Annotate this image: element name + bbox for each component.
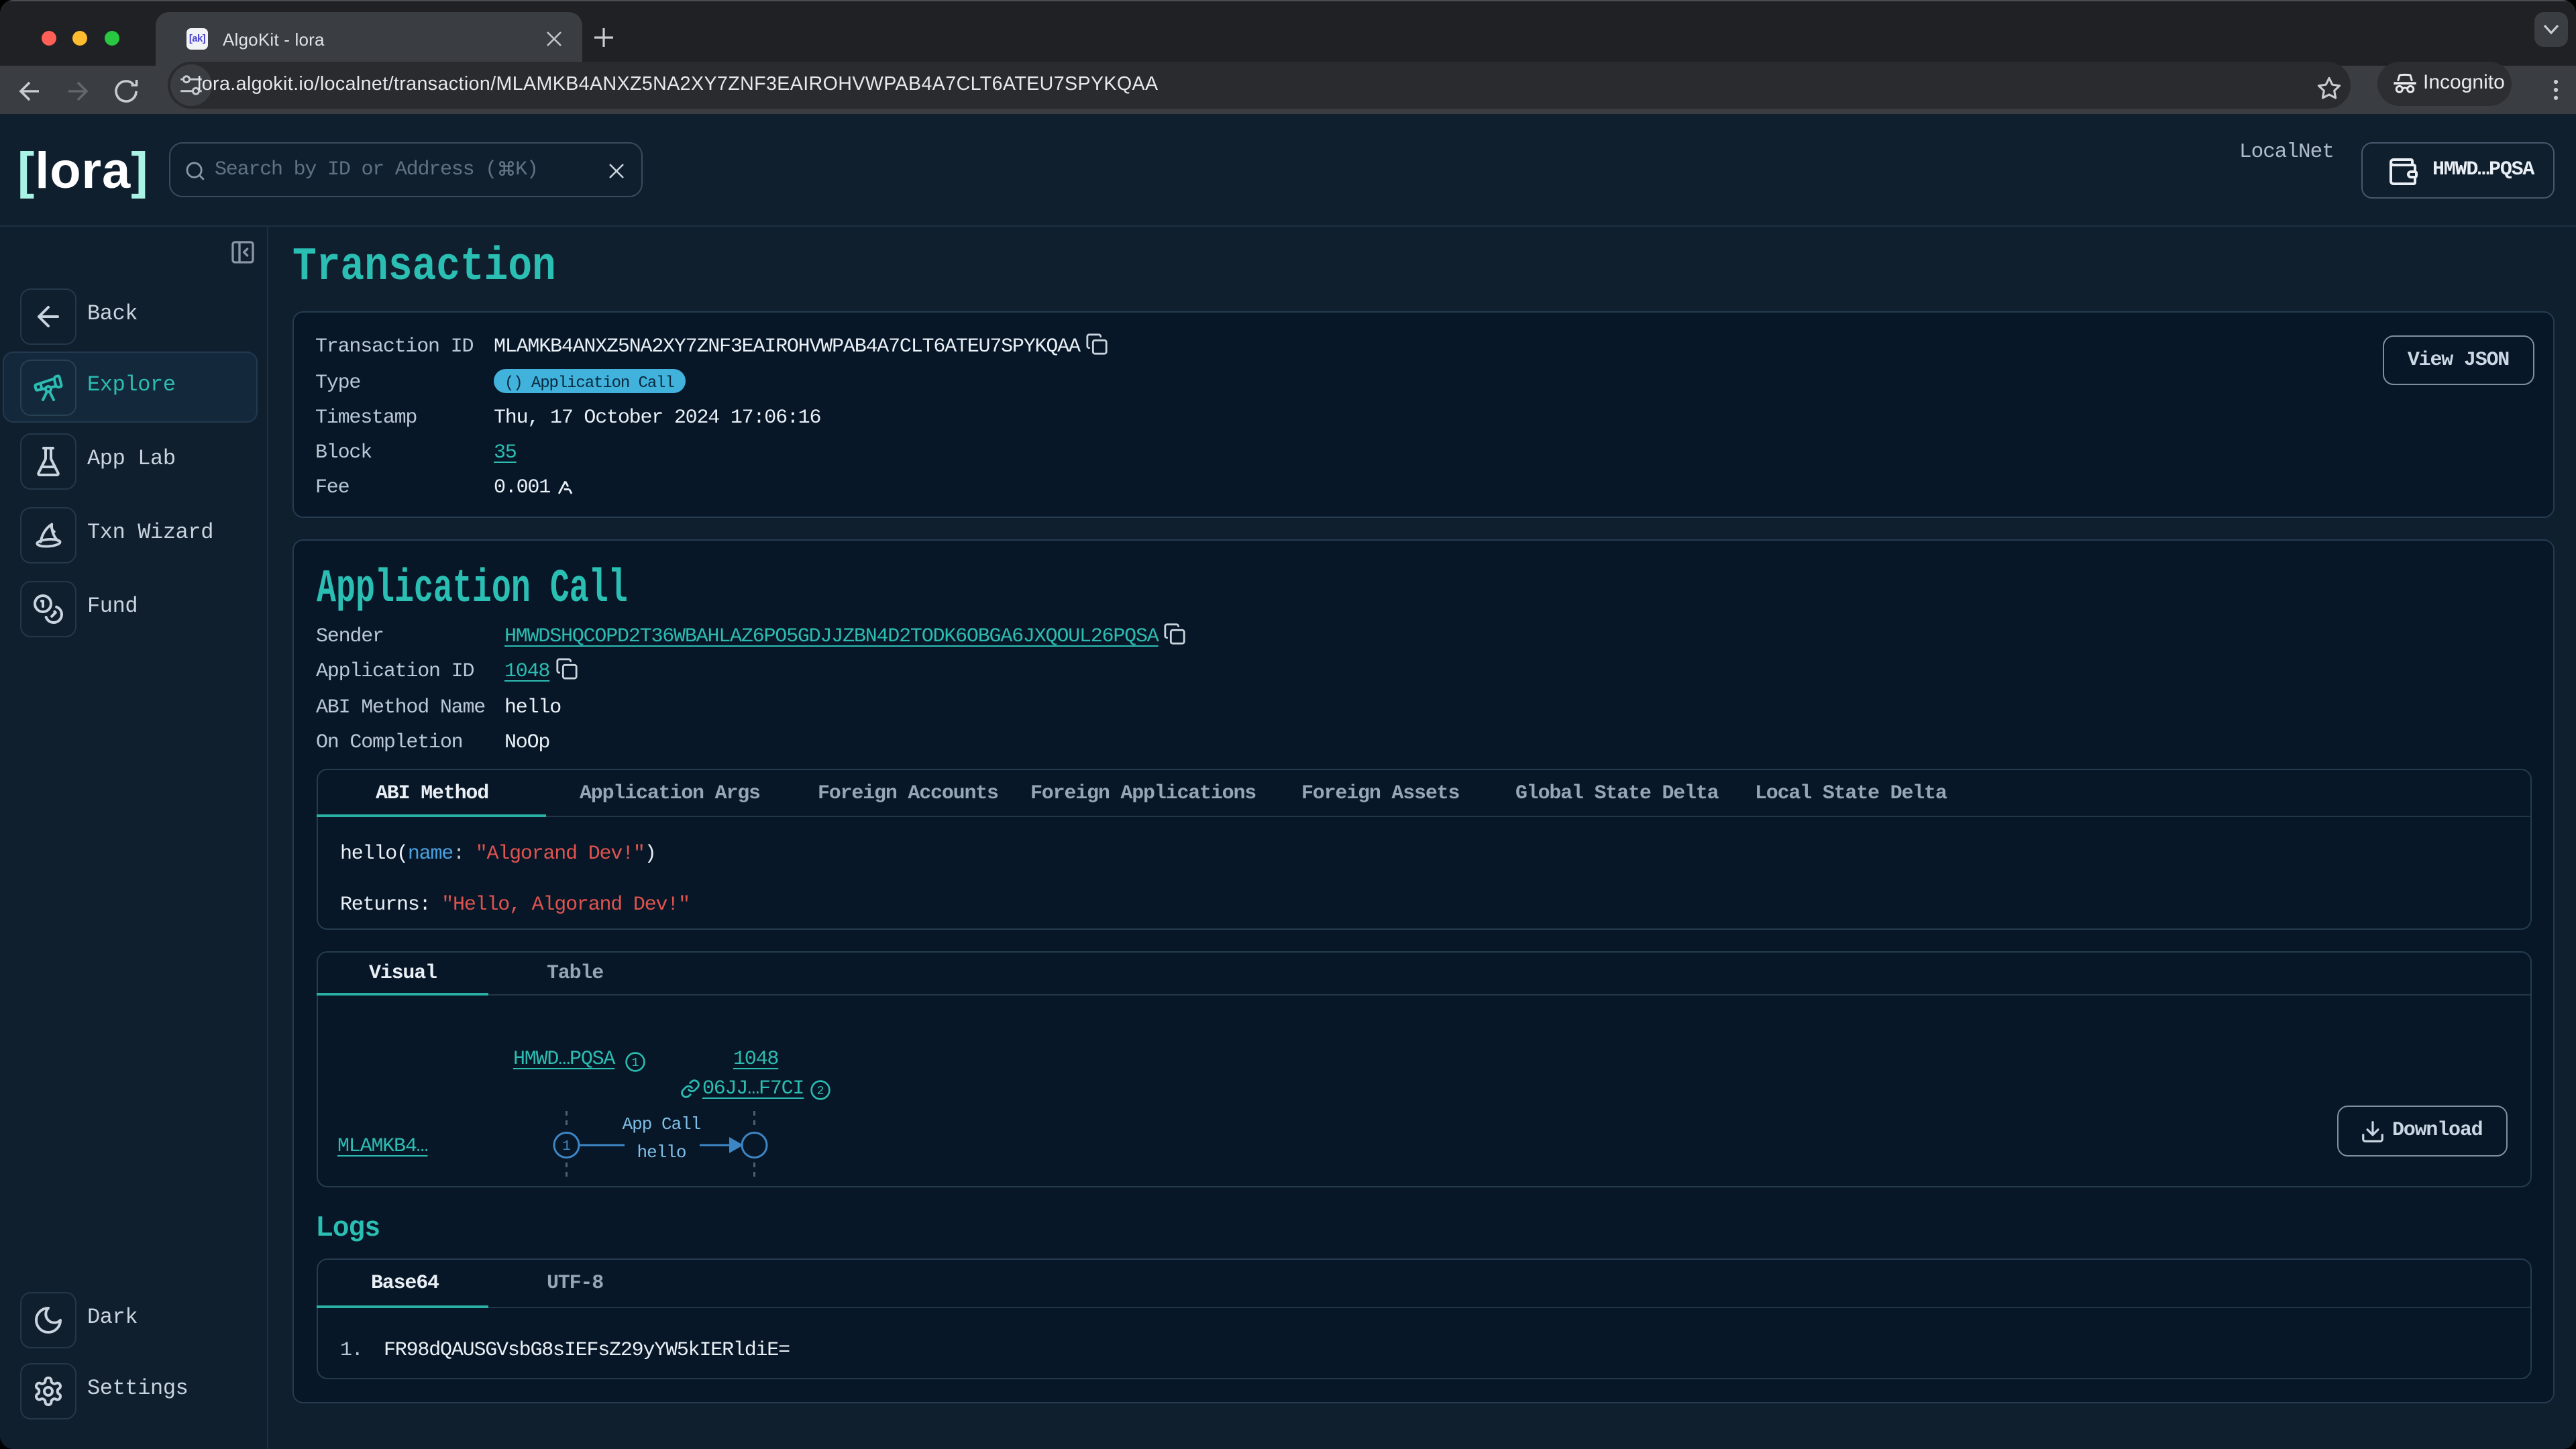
svg-text:App Call: App Call xyxy=(622,1114,700,1134)
svg-text:hello: hello xyxy=(636,1142,685,1162)
svg-text:1: 1 xyxy=(631,1056,639,1069)
svg-text:1: 1 xyxy=(561,1138,570,1154)
